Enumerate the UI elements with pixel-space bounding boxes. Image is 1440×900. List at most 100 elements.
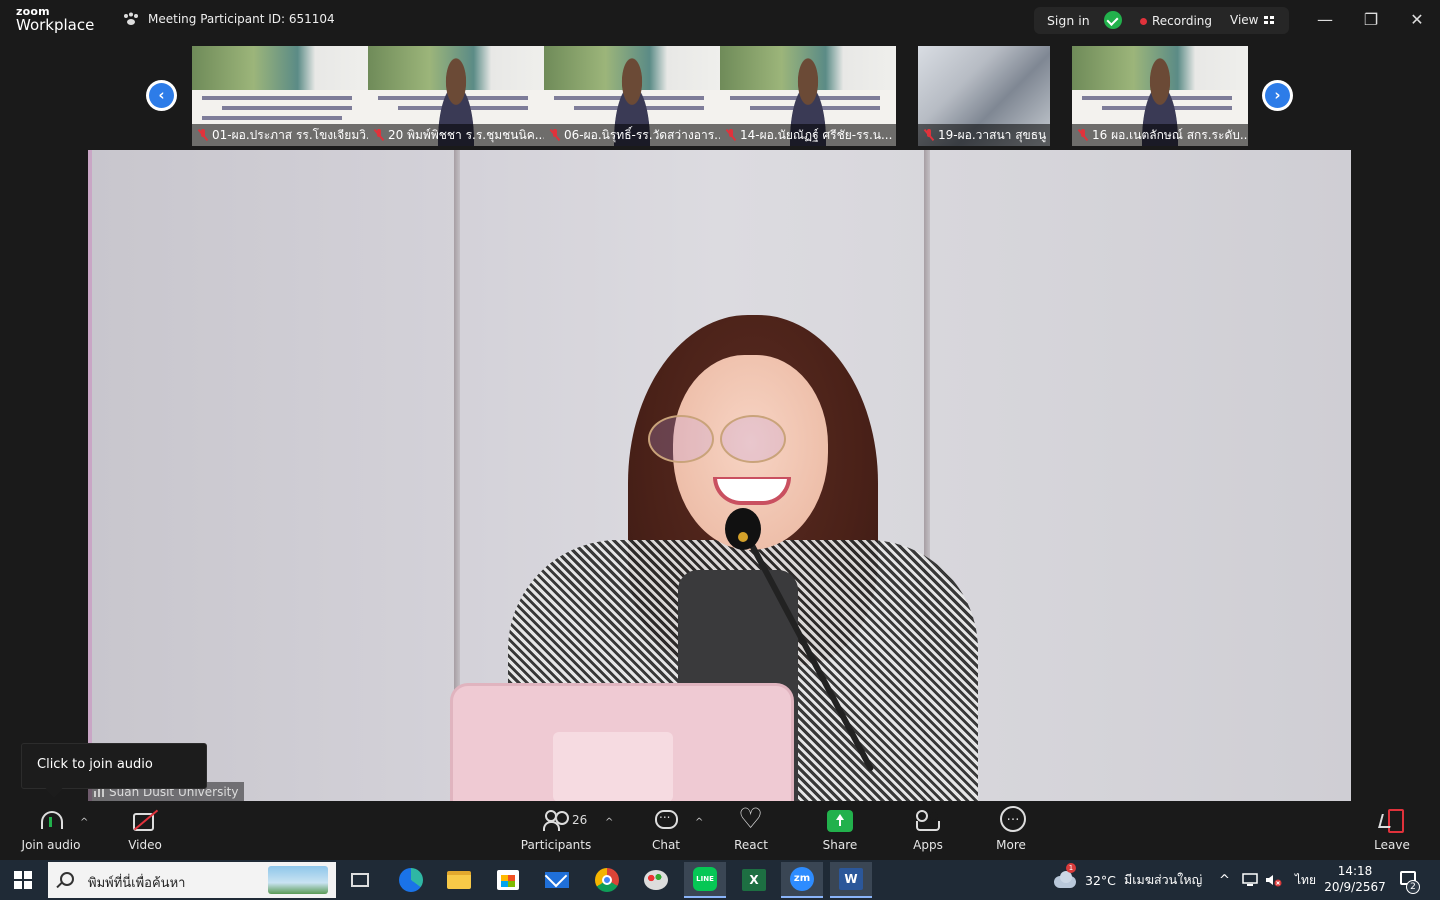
restore-button[interactable]: ❐ xyxy=(1361,10,1381,29)
task-view-icon xyxy=(351,873,369,887)
sign-in-button[interactable]: Sign in xyxy=(1047,13,1090,28)
react-label: React xyxy=(734,838,768,852)
chat-button[interactable]: Chat xyxy=(646,801,686,860)
participant-thumbnail[interactable]: 06-ผอ.นิรุทธิ์-รร.วัดสว่างอาร... xyxy=(544,46,720,146)
notification-count: 2 xyxy=(1406,880,1420,894)
grid-icon xyxy=(1264,16,1275,24)
participant-name: 14-ผอ.นัยณัฏฐ์ ศรีชัย-รร.น... xyxy=(740,127,893,142)
participant-name: 01-ผอ.ประภาส รร.โขงเจียมวิ... xyxy=(212,127,368,142)
more-button[interactable]: More xyxy=(991,801,1031,860)
folder-icon xyxy=(447,871,471,889)
participant-strip: 01-ผอ.ประภาส รร.โขงเจียมวิ... 20 พิมพ์พิ… xyxy=(192,46,1250,146)
word-app[interactable]: W xyxy=(830,862,872,898)
share-label: Share xyxy=(822,838,858,852)
excel-app[interactable]: X xyxy=(739,865,769,895)
video-label: Video xyxy=(128,838,162,852)
participant-name-bar: 06-ผอ.นิรุทธิ์-รร.วัดสว่างอาร... xyxy=(544,124,720,146)
weather-badge: 1 xyxy=(1066,863,1076,873)
mail-icon xyxy=(545,872,569,888)
participants-options-caret[interactable]: ^ xyxy=(605,817,613,828)
mic-muted-icon xyxy=(924,129,934,141)
windows-start-icon[interactable] xyxy=(14,871,32,889)
minimize-button[interactable]: — xyxy=(1315,10,1335,29)
join-audio-button[interactable]: Join audio xyxy=(20,801,82,860)
encryption-shield-icon[interactable] xyxy=(1104,11,1122,29)
participant-thumbnail[interactable]: 19-ผอ.วาสนา สุขธนู xyxy=(918,46,1050,146)
chat-icon xyxy=(652,807,680,832)
recording-indicator[interactable]: Recording xyxy=(1152,14,1212,28)
volume-muted-icon[interactable] xyxy=(1265,860,1283,900)
meeting-info[interactable]: Meeting Participant ID: 651104 xyxy=(122,12,335,26)
more-label: More xyxy=(996,838,1026,852)
tablet-stand xyxy=(553,732,673,801)
chat-options-caret[interactable]: ^ xyxy=(695,817,703,828)
leave-button[interactable]: Leave xyxy=(1372,801,1412,860)
video-off-icon xyxy=(131,808,159,832)
windows-taskbar: พิมพ์ที่นี่เพื่อค้นหา LINE X zm W 1 32°C… xyxy=(0,860,1440,900)
zoom-icon: zm xyxy=(790,867,814,891)
apps-button[interactable]: Apps xyxy=(908,801,948,860)
search-icon xyxy=(60,872,74,886)
tray-overflow-caret[interactable]: ^ xyxy=(1219,860,1230,900)
weather-text[interactable]: มีเมฆส่วนใหญ่ xyxy=(1124,860,1202,900)
store-icon xyxy=(497,870,519,890)
edge-app[interactable] xyxy=(396,865,426,895)
participant-thumbnail[interactable]: 20 พิมพ์พิชชา ร.ร.ชุมชนนิค... xyxy=(368,46,544,146)
network-icon[interactable] xyxy=(1242,860,1258,900)
taskbar-search-box[interactable]: พิมพ์ที่นี่เพื่อค้นหา xyxy=(48,862,336,898)
mic-muted-icon xyxy=(198,129,208,141)
glasses-left xyxy=(648,415,714,463)
file-explorer-app[interactable] xyxy=(444,865,474,895)
mail-app[interactable] xyxy=(542,865,572,895)
excel-icon: X xyxy=(742,869,766,891)
leave-label: Leave xyxy=(1374,838,1410,852)
video-button[interactable]: Video xyxy=(120,801,170,860)
cloud-icon[interactable] xyxy=(1052,870,1078,888)
task-view-button[interactable] xyxy=(345,865,375,895)
input-language[interactable]: ไทย xyxy=(1295,860,1316,900)
clock-time: 14:18 xyxy=(1337,864,1373,878)
participants-button[interactable]: Participants xyxy=(521,801,591,860)
microphone-ring xyxy=(738,532,748,542)
paint-app[interactable] xyxy=(641,865,671,895)
zoom-logo: zoom Workplace xyxy=(16,6,94,33)
participant-name-bar: 16 ผอ.เนตลักษณ์ สกร.ระดับ... xyxy=(1072,124,1248,146)
share-button[interactable]: Share xyxy=(820,801,860,860)
audio-options-caret[interactable]: ^ xyxy=(80,817,88,828)
clock-date: 20/9/2567 xyxy=(1324,880,1386,894)
view-button[interactable]: View xyxy=(1230,13,1275,27)
paint-icon xyxy=(644,870,668,890)
more-icon xyxy=(997,806,1026,832)
participant-thumbnail[interactable]: 01-ผอ.ประภาส รร.โขงเจียมวิ... xyxy=(192,46,368,146)
participant-name: 20 พิมพ์พิชชา ร.ร.ชุมชนนิค... xyxy=(388,127,544,142)
zoom-app[interactable]: zm xyxy=(781,862,823,898)
participant-name-bar: 19-ผอ.วาสนา สุขธนู xyxy=(918,124,1050,146)
prev-page-button[interactable]: ‹ xyxy=(146,80,177,111)
participant-name-bar: 14-ผอ.นัยณัฏฐ์ ศรีชัย-รร.น... xyxy=(720,124,896,146)
apps-label: Apps xyxy=(913,838,943,852)
participant-name: 06-ผอ.นิรุทธิ์-รร.วัดสว่างอาร... xyxy=(564,127,720,142)
active-speaker-video[interactable] xyxy=(88,150,1351,801)
participant-thumbnail[interactable]: 14-ผอ.นัยณัฏฐ์ ศรีชัย-รร.น... xyxy=(720,46,896,146)
slide-banner xyxy=(192,46,368,90)
next-page-button[interactable]: › xyxy=(1262,80,1293,111)
participant-thumbnail[interactable]: 16 ผอ.เนตลักษณ์ สกร.ระดับ... xyxy=(1072,46,1248,146)
temperature[interactable]: 32°C xyxy=(1085,860,1116,900)
heart-icon xyxy=(737,802,765,835)
line-icon: LINE xyxy=(693,867,717,891)
chrome-app[interactable] xyxy=(592,865,622,895)
line-app[interactable]: LINE xyxy=(684,862,726,898)
store-app[interactable] xyxy=(493,865,523,895)
join-audio-label: Join audio xyxy=(21,838,81,852)
share-screen-icon xyxy=(827,810,853,832)
participants-count: 26 xyxy=(572,813,588,827)
participants-icon xyxy=(542,808,570,832)
meeting-toolbar: Join audio ^ Video Participants 26 ^ Cha… xyxy=(0,801,1440,860)
join-audio-tooltip: Click to join audio xyxy=(21,743,207,789)
react-button[interactable]: React xyxy=(730,801,772,860)
chrome-icon xyxy=(595,868,619,892)
title-bar: zoom Workplace Meeting Participant ID: 6… xyxy=(0,0,1440,42)
search-highlight-image xyxy=(268,866,328,894)
close-button[interactable]: ✕ xyxy=(1407,10,1427,29)
taskbar-clock[interactable]: 14:18 20/9/2567 xyxy=(1322,863,1388,895)
